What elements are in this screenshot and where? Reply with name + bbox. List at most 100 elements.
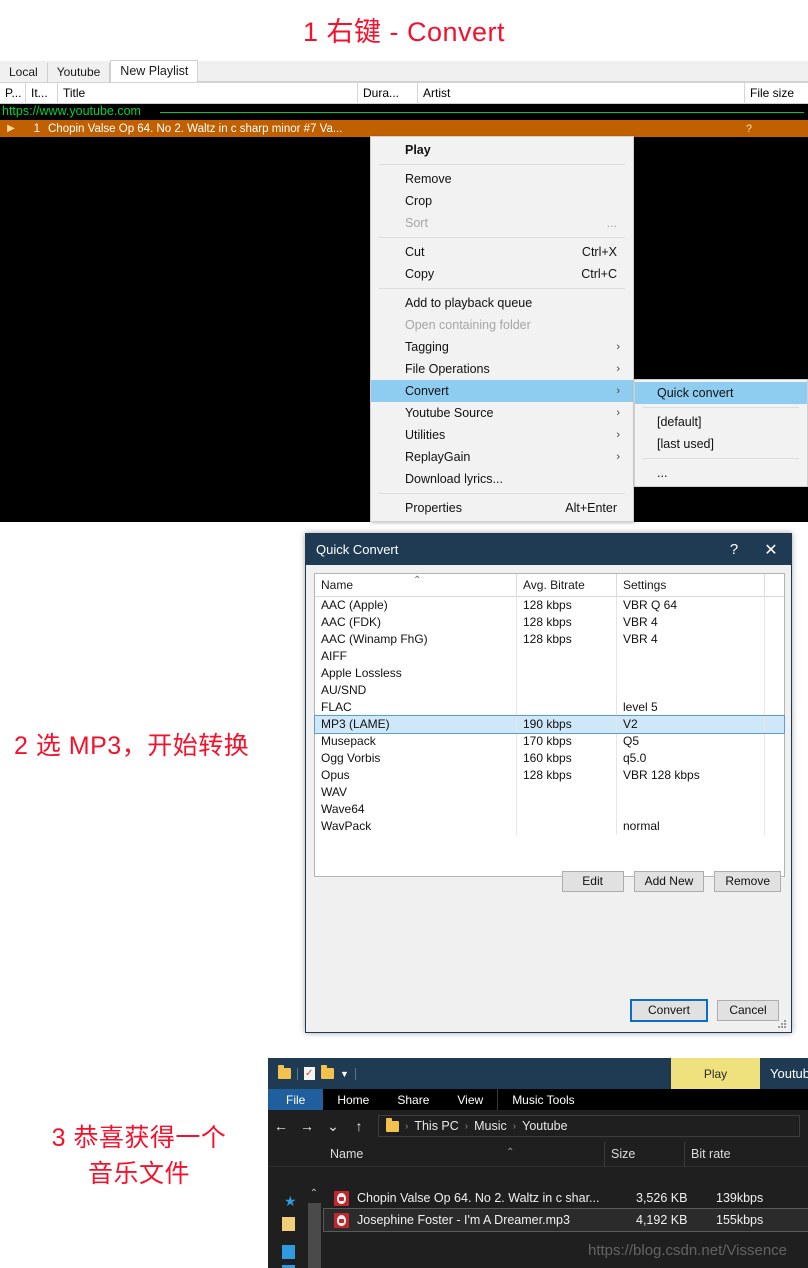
breadcrumb[interactable]: › This PC › Music › Youtube (378, 1115, 800, 1137)
column-header-artist[interactable]: Artist (418, 82, 745, 104)
encoder-row[interactable]: Musepack 170 kbps Q5 (315, 733, 784, 750)
forward-icon[interactable]: → (294, 1118, 320, 1134)
column-header-name[interactable]: Name ⌃ (324, 1142, 604, 1167)
column-header-filesize[interactable]: File size (745, 83, 808, 104)
encoder-row[interactable]: Wave64 (315, 801, 784, 818)
up-icon[interactable]: ↑ (346, 1118, 372, 1134)
menu-item-download-lyrics[interactable]: Download lyrics... (371, 468, 633, 490)
column-header-title[interactable]: Title (58, 82, 358, 104)
cancel-button[interactable]: Cancel (717, 1000, 779, 1021)
menu-item-crop[interactable]: Crop (371, 190, 633, 212)
back-icon[interactable]: ← (268, 1118, 294, 1134)
ribbon-tab-music-tools[interactable]: Music Tools (497, 1089, 588, 1110)
playlist-column-header: P... It... Title Dura... Artist File siz… (0, 82, 808, 104)
encoder-row-pad (765, 716, 784, 733)
menu-item-play[interactable]: Play (371, 139, 633, 161)
encoder-row[interactable]: FLAC level 5 (315, 699, 784, 716)
menu-item-replaygain[interactable]: ReplayGain › (371, 446, 633, 468)
ribbon-tab-share[interactable]: Share (383, 1089, 443, 1110)
column-header-item[interactable]: It... (26, 82, 58, 104)
submenu-item-last-used[interactable]: [last used] (635, 433, 807, 455)
playlist-row-title: Chopin Valse Op 64. No 2. Waltz in c sha… (48, 122, 343, 135)
breadcrumb-this-pc[interactable]: This PC (414, 1119, 458, 1133)
ribbon-tab-file[interactable]: File (268, 1089, 324, 1110)
encoder-row[interactable]: AU/SND (315, 682, 784, 699)
ribbon-tab-home[interactable]: Home (323, 1089, 383, 1110)
annotation-step-1: 1 右键 - Convert (302, 17, 506, 47)
menu-item-properties[interactable]: Properties Alt+Enter (371, 497, 633, 519)
chevron-right-icon: › (616, 385, 620, 397)
playlist-group-label: https://www.youtube.com (2, 104, 141, 118)
encoder-row[interactable]: WAV (315, 784, 784, 801)
encoder-row-pad (765, 648, 784, 665)
encoder-row-selected-mp3[interactable]: MP3 (LAME) 190 kbps V2 (314, 715, 785, 734)
encoder-row[interactable]: Ogg Vorbis 160 kbps q5.0 (315, 750, 784, 767)
breadcrumb-music[interactable]: Music (474, 1119, 507, 1133)
playlist-row-selected[interactable]: ▶ 1 Chopin Valse Op 64. No 2. Waltz in c… (0, 120, 808, 137)
encoder-row[interactable]: WavPack normal (315, 818, 784, 835)
column-header-avg-bitrate[interactable]: Avg. Bitrate (517, 574, 617, 597)
menu-item-add-to-playback-queue[interactable]: Add to playback queue (371, 292, 633, 314)
file-row[interactable]: Chopin Valse Op 64. No 2. Waltz in c sha… (324, 1187, 808, 1209)
encoder-row[interactable]: AAC (FDK) 128 kbps VBR 4 (315, 614, 784, 631)
ribbon-tab-view[interactable]: View (443, 1089, 497, 1110)
playlist-tab-local[interactable]: Local (0, 63, 48, 82)
menu-item-remove[interactable]: Remove (371, 168, 633, 190)
encoder-name: Wave64 (315, 801, 517, 818)
column-header-settings[interactable]: Settings (617, 574, 765, 597)
submenu-item-default[interactable]: [default] (635, 411, 807, 433)
menu-item-properties-label: Properties (405, 501, 462, 515)
close-icon[interactable]: ✕ (751, 540, 791, 560)
playlist-tab-youtube[interactable]: Youtube (47, 63, 111, 82)
edit-button[interactable]: Edit (561, 871, 624, 892)
playlist-tab-new-playlist[interactable]: New Playlist (110, 60, 199, 82)
customize-caret-icon[interactable]: ▼ (340, 1069, 349, 1079)
encoder-row[interactable]: AIFF (315, 648, 784, 665)
file-row-selected[interactable]: Josephine Foster - I'm A Dreamer.mp3 4,1… (323, 1208, 808, 1232)
column-header-bitrate[interactable]: Bit rate (684, 1141, 776, 1167)
encoder-bitrate (517, 818, 617, 835)
menu-item-youtube-source[interactable]: Youtube Source › (371, 402, 633, 424)
annotation-step-2: 2 选 MP3，开始转换 (14, 732, 250, 760)
file-bitrate: 155kbps (716, 1213, 764, 1227)
column-header-size[interactable]: Size (604, 1141, 684, 1167)
add-new-button[interactable]: Add New (633, 871, 705, 892)
column-header-playing[interactable]: P... (0, 82, 26, 104)
recent-locations-icon[interactable]: ⌄ (320, 1118, 346, 1135)
menu-item-utilities[interactable]: Utilities › (371, 424, 633, 446)
ribbon-contextual-tab-play[interactable]: Play (671, 1058, 760, 1089)
toolbar-divider (297, 1067, 298, 1080)
playlist-row-duration: ? (745, 122, 752, 135)
encoder-row[interactable]: Opus 128 kbps VBR 128 kbps (315, 767, 784, 784)
properties-icon[interactable] (304, 1067, 315, 1080)
help-icon[interactable]: ? (717, 541, 751, 558)
encoder-preset-list[interactable]: Name Avg. Bitrate Settings ⌃ AAC (Apple)… (314, 573, 785, 877)
menu-item-open-containing-folder: Open containing folder (371, 314, 633, 336)
menu-item-tagging[interactable]: Tagging › (371, 336, 633, 358)
encoder-bitrate: 128 kbps (517, 767, 617, 784)
menu-item-convert[interactable]: Convert › (371, 380, 633, 402)
breadcrumb-youtube[interactable]: Youtube (522, 1119, 567, 1133)
column-header-duration[interactable]: Dura... (358, 82, 418, 104)
scroll-up-icon[interactable]: ⌃ (306, 1187, 322, 1201)
encoder-row[interactable]: Apple Lossless (315, 665, 784, 682)
submenu-item-more[interactable]: ... (635, 462, 807, 484)
nav-drive-icon[interactable] (282, 1245, 295, 1259)
new-folder-icon[interactable] (321, 1065, 334, 1079)
explorer-scrollbar[interactable]: ⌃ (306, 1187, 322, 1268)
folder-icon[interactable] (278, 1065, 291, 1079)
encoder-list-header: Name Avg. Bitrate Settings ⌃ (315, 574, 784, 597)
annotation-step-3: 3 恭喜获得一个 音乐文件 (51, 1124, 227, 1189)
remove-button[interactable]: Remove (714, 871, 781, 892)
menu-item-tagging-label: Tagging (405, 340, 449, 354)
encoder-row[interactable]: AAC (Apple) 128 kbps VBR Q 64 (315, 597, 784, 614)
convert-button[interactable]: Convert (630, 999, 708, 1022)
encoder-row[interactable]: AAC (Winamp FhG) 128 kbps VBR 4 (315, 631, 784, 648)
menu-item-copy[interactable]: Copy Ctrl+C (371, 263, 633, 285)
menu-item-file-operations[interactable]: File Operations › (371, 358, 633, 380)
submenu-item-quick-convert[interactable]: Quick convert (635, 382, 807, 404)
scrollbar-thumb[interactable] (308, 1203, 321, 1268)
resize-grip-icon[interactable] (777, 1019, 787, 1029)
menu-item-cut[interactable]: Cut Ctrl+X (371, 241, 633, 263)
nav-folder-icon[interactable] (282, 1217, 295, 1231)
